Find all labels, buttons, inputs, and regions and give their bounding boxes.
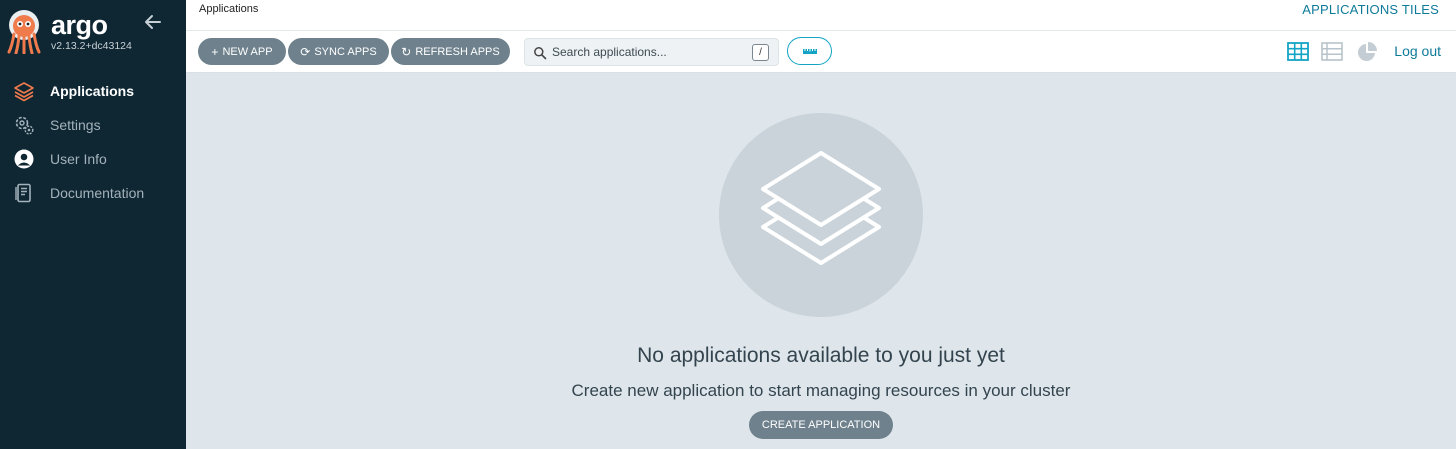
tiles-view-icon[interactable]: [1287, 42, 1309, 62]
user-circle-icon: [13, 148, 35, 170]
book-icon: [13, 182, 35, 204]
ruler-icon: [802, 42, 818, 60]
empty-state-illustration: [719, 113, 923, 317]
list-view-icon[interactable]: [1321, 42, 1343, 62]
sidebar-item-label: Applications: [50, 83, 135, 99]
plus-icon: +: [211, 44, 219, 59]
search-box[interactable]: /: [524, 38, 779, 66]
top-bar: Applications APPLICATIONS TILES: [186, 0, 1456, 31]
refresh-apps-label: REFRESH APPS: [415, 45, 500, 58]
refresh-icon: ↻: [401, 44, 412, 59]
sidebar-item-user-info[interactable]: User Info: [0, 142, 186, 176]
page-title: Applications: [199, 3, 259, 15]
sidebar-item-settings[interactable]: Settings: [0, 108, 186, 142]
version-label: v2.13.2+dc43124: [51, 40, 132, 52]
sync-apps-label: SYNC APPS: [314, 45, 377, 58]
brand-name: argo: [51, 10, 108, 40]
sidebar-item-label: Documentation: [50, 185, 145, 201]
collapse-sidebar-icon[interactable]: [143, 12, 163, 32]
sidebar: argo v2.13.2+dc43124 Applications Settin…: [0, 0, 186, 449]
search-shortcut-key: /: [752, 44, 769, 61]
empty-state-subtitle: Create new application to start managing…: [571, 381, 1071, 400]
logout-link[interactable]: Log out: [1394, 43, 1441, 59]
search-icon: [533, 46, 547, 60]
refresh-apps-button[interactable]: ↻ REFRESH APPS: [391, 38, 510, 65]
sidebar-item-label: User Info: [50, 151, 107, 167]
argo-logo[interactable]: [6, 8, 42, 55]
sync-apps-button[interactable]: ⟳ SYNC APPS: [288, 38, 389, 65]
sidebar-nav: Applications Settings User Info Document…: [0, 74, 186, 210]
pie-chart-view-icon[interactable]: [1356, 41, 1378, 61]
filter-toggle-button[interactable]: [787, 37, 832, 65]
sync-icon: ⟳: [300, 44, 311, 59]
toolbar: + NEW APP ⟳ SYNC APPS ↻ REFRESH APPS / L…: [186, 31, 1456, 73]
sidebar-item-label: Settings: [50, 117, 101, 133]
empty-state-title: No applications available to you just ye…: [637, 344, 1005, 367]
sidebar-item-documentation[interactable]: Documentation: [0, 176, 186, 210]
search-input[interactable]: [552, 43, 742, 61]
gears-icon: [13, 114, 35, 136]
create-application-button[interactable]: CREATE APPLICATION: [749, 411, 893, 439]
layers-icon: [761, 151, 881, 265]
new-app-button[interactable]: + NEW APP: [198, 38, 286, 65]
sidebar-item-applications[interactable]: Applications: [0, 74, 186, 108]
layers-icon: [13, 80, 35, 102]
view-title: APPLICATIONS TILES: [1302, 2, 1439, 17]
new-app-label: NEW APP: [222, 45, 273, 58]
